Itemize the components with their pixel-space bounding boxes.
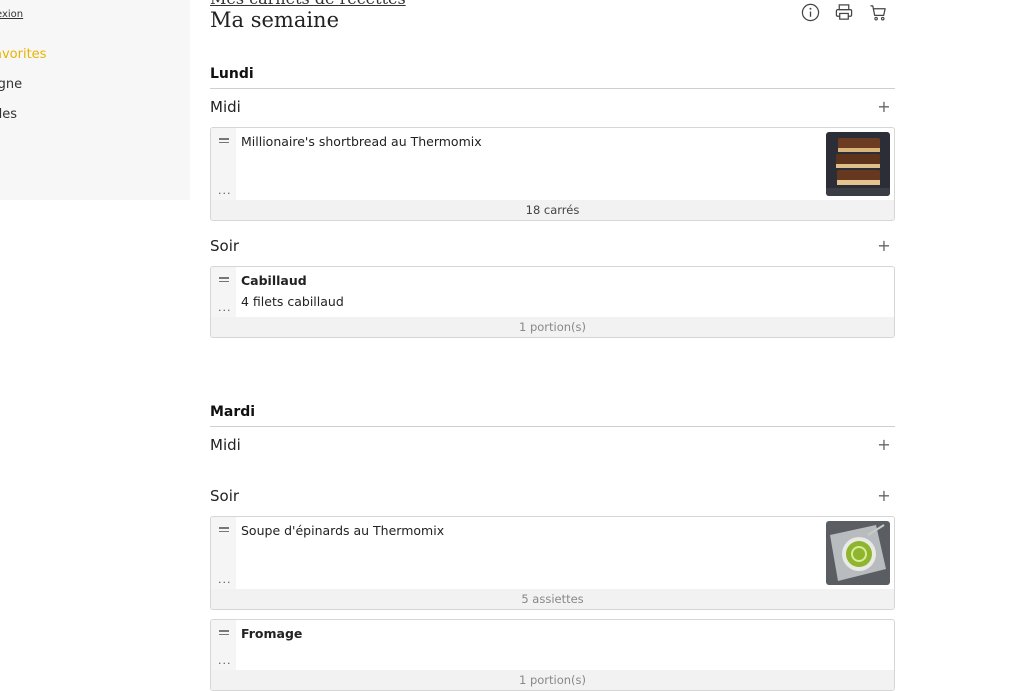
drag-handle-icon[interactable] bbox=[219, 277, 229, 283]
meal-label: Soir bbox=[210, 237, 240, 255]
day-header: Mardi bbox=[210, 404, 895, 427]
sidebar-item-3[interactable]: des bbox=[0, 107, 17, 122]
shortbread-image bbox=[826, 132, 890, 196]
drag-handle-icon[interactable] bbox=[219, 630, 229, 636]
card-title[interactable]: Soupe d'épinards au Thermomix bbox=[236, 517, 826, 589]
recipe-card[interactable]: ... Cabillaud 4 filets cabillaud 1 porti… bbox=[210, 266, 895, 338]
day-section-mardi: Mardi Midi + Soir + ... Soupe d'épinards… bbox=[210, 404, 895, 691]
print-icon bbox=[835, 3, 853, 20]
day-header: Lundi bbox=[210, 66, 895, 89]
print-button[interactable] bbox=[832, 1, 856, 23]
add-meal-button[interactable]: + bbox=[875, 237, 893, 255]
card-title: Fromage bbox=[241, 626, 303, 641]
card-handle-column: ... bbox=[211, 267, 236, 317]
meal-label: Midi bbox=[210, 436, 241, 454]
day-section-lundi: Lundi Midi + ... Millionaire's shortbrea… bbox=[210, 66, 895, 338]
meal-row-midi: Midi + bbox=[210, 95, 895, 119]
meal-label: Soir bbox=[210, 487, 240, 505]
breadcrumb[interactable]: Mes carnets de recettes bbox=[210, 0, 406, 8]
more-options-button[interactable]: ... bbox=[218, 573, 232, 586]
add-meal-button[interactable]: + bbox=[875, 487, 893, 505]
info-button[interactable] bbox=[798, 1, 822, 23]
card-text[interactable]: Cabillaud 4 filets cabillaud bbox=[236, 267, 894, 317]
card-title: Cabillaud bbox=[241, 273, 307, 288]
card-title[interactable]: Millionaire's shortbread au Thermomix bbox=[236, 128, 826, 200]
toolbar bbox=[798, 1, 890, 23]
recipe-card[interactable]: ... Soupe d'épinards au Thermomix 5 assi… bbox=[210, 516, 895, 610]
card-text[interactable]: Fromage bbox=[236, 620, 894, 670]
card-footer-quantity: 1 portion(s) bbox=[211, 317, 894, 337]
info-icon bbox=[801, 3, 819, 21]
meal-row-midi: Midi + bbox=[210, 433, 895, 457]
more-options-button[interactable]: ... bbox=[218, 184, 232, 197]
meal-row-soir: Soir + bbox=[210, 234, 895, 258]
card-handle-column: ... bbox=[211, 128, 236, 200]
sidebar-item-2[interactable]: igne bbox=[0, 77, 22, 92]
more-options-button[interactable]: ... bbox=[218, 301, 232, 314]
drag-handle-icon[interactable] bbox=[219, 138, 229, 144]
add-meal-button[interactable]: + bbox=[875, 436, 893, 454]
page-title: Ma semaine bbox=[210, 8, 340, 32]
recipe-thumbnail[interactable] bbox=[826, 132, 890, 196]
recipe-card[interactable]: ... Millionaire's shortbread au Thermomi… bbox=[210, 127, 895, 221]
sidebar-top-link[interactable]: exion bbox=[0, 9, 23, 20]
more-options-button[interactable]: ... bbox=[218, 654, 232, 667]
sidebar: exion avorites igne des bbox=[0, 0, 190, 200]
card-subtitle: 4 filets cabillaud bbox=[241, 294, 344, 309]
recipe-card[interactable]: ... Fromage 1 portion(s) bbox=[210, 619, 895, 691]
meal-label: Midi bbox=[210, 98, 241, 116]
cart-icon bbox=[870, 4, 886, 20]
recipe-thumbnail[interactable] bbox=[826, 521, 890, 585]
card-footer-quantity: 1 portion(s) bbox=[211, 670, 894, 690]
drag-handle-icon[interactable] bbox=[219, 527, 229, 533]
sidebar-item-favorites[interactable]: avorites bbox=[0, 47, 46, 62]
soup-image bbox=[826, 521, 890, 585]
card-handle-column: ... bbox=[211, 517, 236, 589]
cart-button[interactable] bbox=[866, 1, 890, 23]
meal-row-soir: Soir + bbox=[210, 484, 895, 508]
card-footer-quantity: 18 carrés bbox=[211, 200, 894, 220]
card-footer-quantity: 5 assiettes bbox=[211, 589, 894, 609]
card-handle-column: ... bbox=[211, 620, 236, 670]
add-meal-button[interactable]: + bbox=[875, 98, 893, 116]
